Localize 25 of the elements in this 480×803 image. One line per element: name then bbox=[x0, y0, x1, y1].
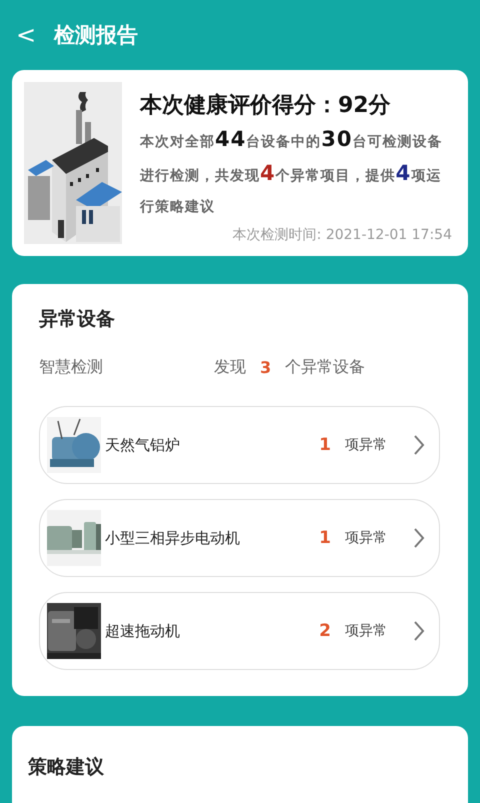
section-title: 异常设备 bbox=[39, 307, 116, 332]
issue-label: 项异常 bbox=[345, 436, 387, 454]
abnormal-count: 3 bbox=[260, 358, 272, 377]
chevron-icon bbox=[413, 527, 425, 549]
chevron-icon bbox=[413, 434, 425, 456]
detection-time: 本次检测时间: 2021-12-01 17:54 bbox=[232, 226, 452, 244]
issue-label: 项异常 bbox=[345, 622, 387, 640]
found-label: 发现 bbox=[214, 357, 246, 378]
device-item[interactable]: 小型三相异步电动机 1 项异常 bbox=[39, 499, 440, 577]
device-name: 超速拖动机 bbox=[105, 622, 181, 640]
found-label: 个异常设备 bbox=[285, 357, 366, 378]
device-item[interactable]: 天然气铝炉 1 项异常 bbox=[39, 406, 440, 484]
summary-text: 本次对全部44台设备中的 30 台可检测设备进行检测，共发现4个异常项目，提供4项运行策略建议 bbox=[140, 126, 444, 217]
issue-count: 2 bbox=[319, 621, 331, 641]
detection-source: 智慧检测 bbox=[39, 357, 104, 378]
issue-count: 1 bbox=[319, 528, 331, 548]
device-item[interactable]: 超速拖动机 2 项异常 bbox=[39, 592, 440, 670]
issue-count: 1 bbox=[319, 435, 331, 455]
health-score: 本次健康评价得分：92分 bbox=[140, 92, 392, 120]
page-title: 检测报告 bbox=[54, 22, 138, 49]
issue-label: 项异常 bbox=[345, 529, 387, 547]
chevron-icon bbox=[413, 620, 425, 642]
device-name: 天然气铝炉 bbox=[105, 436, 181, 454]
device-name: 小型三相异步电动机 bbox=[105, 528, 241, 548]
section-title: 策略建议 bbox=[28, 755, 105, 780]
